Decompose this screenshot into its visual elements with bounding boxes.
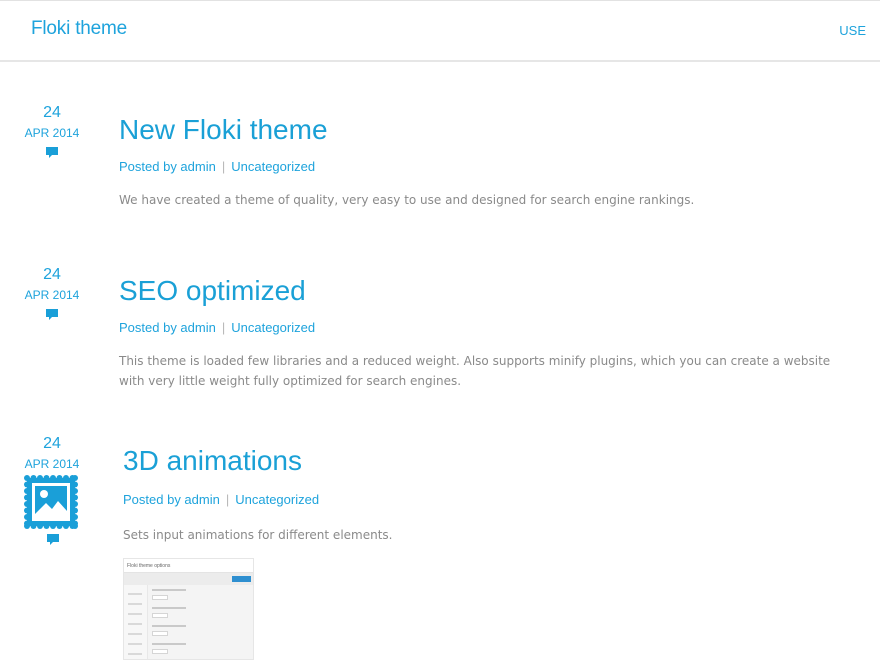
post-excerpt: This theme is loaded few libraries and a… <box>119 354 831 388</box>
thumbnail-sidebar <box>124 585 148 659</box>
category-link[interactable]: Uncategorized <box>231 159 315 174</box>
nav-link-use[interactable]: USE <box>839 23 866 38</box>
meta-separator: | <box>221 159 226 174</box>
post-month: APR 2014 <box>24 457 80 471</box>
comment-icon[interactable] <box>47 534 59 545</box>
thumbnail-form <box>152 589 249 659</box>
image-stamp-icon <box>24 475 78 529</box>
post-excerpt: Sets input animations for different elem… <box>123 528 393 542</box>
post-month: APR 2014 <box>24 288 80 302</box>
meta-separator: | <box>221 320 226 335</box>
post-day: 24 <box>43 266 61 283</box>
category-link[interactable]: Uncategorized <box>231 320 315 335</box>
post-month: APR 2014 <box>24 126 80 140</box>
post-title[interactable]: SEO optimized <box>119 275 306 307</box>
comment-icon[interactable] <box>46 309 58 320</box>
post-day: 24 <box>43 435 61 452</box>
post-meta: Posted by admin | Uncategorized <box>123 492 319 507</box>
author-link[interactable]: Posted by admin <box>123 492 220 507</box>
category-link[interactable]: Uncategorized <box>235 492 319 507</box>
post-title[interactable]: 3D animations <box>123 445 302 477</box>
post-meta: Posted by admin | Uncategorized <box>119 320 315 335</box>
author-link[interactable]: Posted by admin <box>119 320 216 335</box>
thumbnail-header: Floki theme options <box>124 559 253 573</box>
post-excerpt: We have created a theme of quality, very… <box>119 193 695 207</box>
thumbnail-save-button <box>232 576 251 582</box>
site-header: Floki theme USE <box>0 0 880 62</box>
post-title[interactable]: New Floki theme <box>119 114 328 146</box>
post-date: 24 APR 2014 <box>0 104 104 158</box>
post-meta: Posted by admin | Uncategorized <box>119 159 315 174</box>
site-title[interactable]: Floki theme <box>31 18 127 40</box>
post-date: 24 APR 2014 <box>0 435 104 472</box>
thumbnail-toolbar <box>124 573 253 585</box>
comment-icon[interactable] <box>46 147 58 158</box>
post-date: 24 APR 2014 <box>0 266 104 320</box>
post-day: 24 <box>43 104 61 121</box>
author-link[interactable]: Posted by admin <box>119 159 216 174</box>
meta-separator: | <box>225 492 230 507</box>
post-thumbnail[interactable]: Floki theme options <box>123 558 254 660</box>
